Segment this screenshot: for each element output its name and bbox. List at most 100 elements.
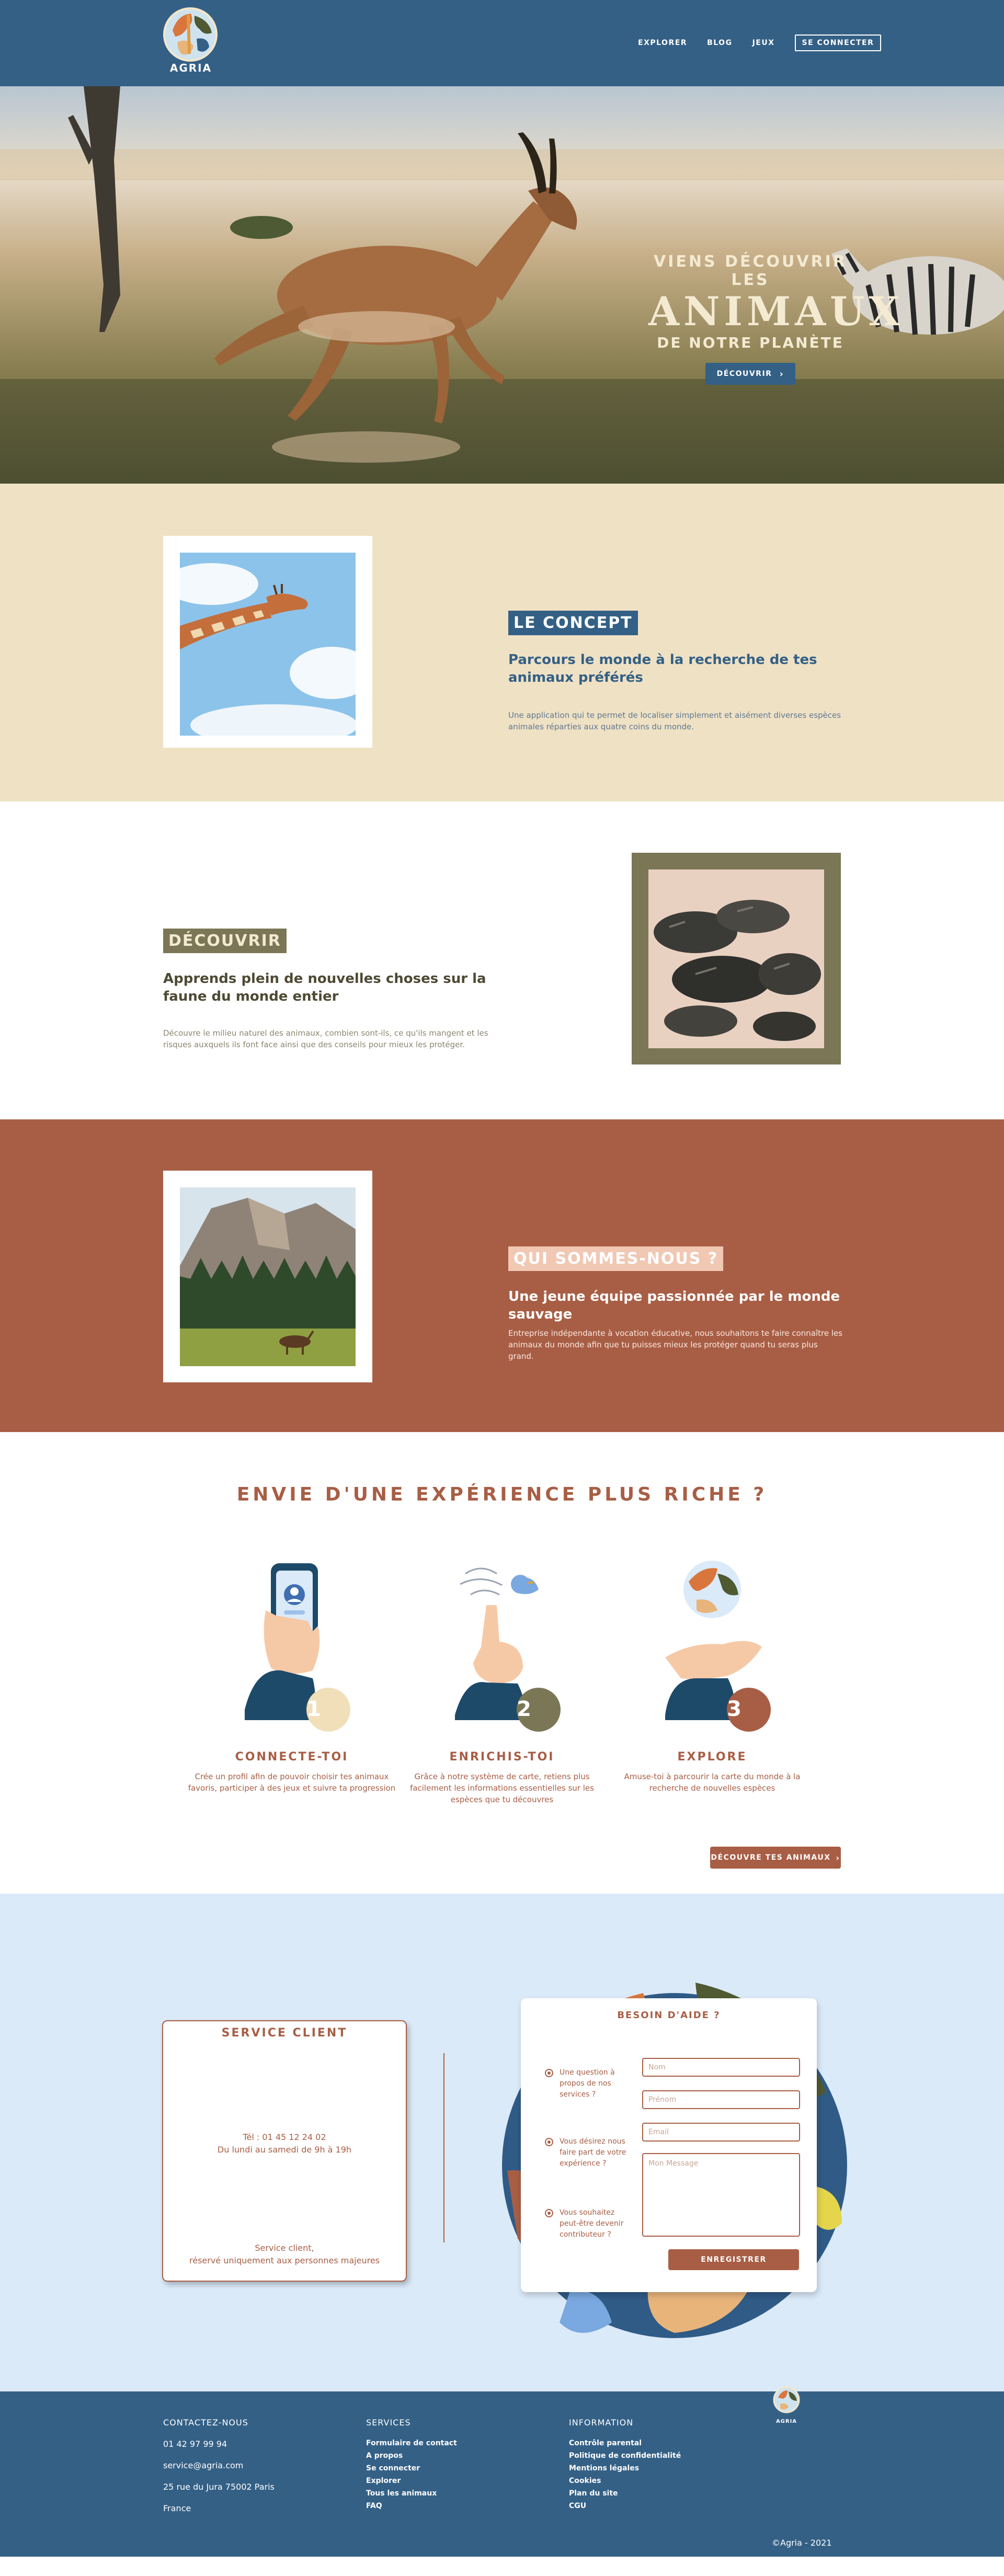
footer-services: SERVICES Formulaire de contact A propos … bbox=[366, 2418, 457, 2514]
landscape-image bbox=[180, 1187, 356, 1366]
about-tag: QUI SOMMES-NOUS ? bbox=[508, 1246, 724, 1271]
iguana-image bbox=[648, 869, 824, 1048]
main-nav: Explorer Blog Jeux Se connecter bbox=[638, 35, 882, 51]
footer-link-about[interactable]: A propos bbox=[366, 2452, 457, 2460]
nav-jeux[interactable]: Jeux bbox=[752, 39, 775, 47]
step-2-number: 2 bbox=[517, 1697, 531, 1721]
contact-section: SERVICE CLIENT Tél : 01 45 12 24 02 Du l… bbox=[0, 1894, 1004, 2391]
footer-link-privacy[interactable]: Politique de confidentialité bbox=[569, 2452, 681, 2460]
login-button[interactable]: Se connecter bbox=[794, 35, 882, 51]
experience-title: ENVIE D'UNE EXPÉRIENCE PLUS RICHE ? bbox=[236, 1484, 768, 1505]
concept-desc: Une application qui te permet de localis… bbox=[508, 711, 841, 731]
hero-banner: VIENS DÉCOUVRIR LES ANIMAUX DE NOTRE PLA… bbox=[0, 86, 1004, 484]
prenom-input[interactable] bbox=[642, 2090, 800, 2109]
option-question-label: Une question à propos de nos services ? bbox=[560, 2068, 615, 2099]
option-contributor[interactable]: Vous souhaitez peut-être devenir contrib… bbox=[545, 2207, 628, 2240]
footer-logo-text: AGRIA bbox=[775, 2419, 797, 2424]
footer-phone[interactable]: 01 42 97 99 94 bbox=[163, 2439, 275, 2449]
option-contributor-label: Vous souhaitez peut-être devenir contrib… bbox=[560, 2208, 624, 2239]
copyright: ©Agria - 2021 bbox=[772, 2538, 832, 2548]
discover-section: DÉCOUVRIR Apprends plein de nouvelles ch… bbox=[0, 802, 1004, 1119]
concept-title: Parcours le monde à la recherche de tes … bbox=[508, 652, 817, 685]
nav-blog[interactable]: Blog bbox=[707, 39, 733, 47]
footer-link-cookies[interactable]: Cookies bbox=[569, 2477, 681, 2485]
submit-button[interactable]: ENREGISTRER bbox=[668, 2249, 799, 2270]
service-hours: Du lundi au samedi de 9h à 19h bbox=[217, 2145, 352, 2155]
footer-contact: CONTACTEZ-NOUS 01 42 97 99 94 service@ag… bbox=[163, 2418, 275, 2525]
step-3-desc: Amuse-toi à parcourir la carte du monde … bbox=[624, 1772, 801, 1793]
nav-explorer[interactable]: Explorer bbox=[638, 39, 687, 47]
footer-link-explore[interactable]: Explorer bbox=[366, 2477, 457, 2485]
discover-animals-label: DÉCOUVRE TES ANIMAUX bbox=[711, 1853, 831, 1862]
step-3-title: EXPLORE bbox=[677, 1750, 747, 1764]
hero-image bbox=[0, 86, 1004, 484]
giraffe-image bbox=[180, 553, 356, 736]
about-title: Une jeune équipe passionnée par le monde… bbox=[508, 1289, 840, 1322]
discover-title: Apprends plein de nouvelles choses sur l… bbox=[163, 971, 486, 1004]
chevron-right-icon: › bbox=[779, 368, 784, 380]
customer-service-card: SERVICE CLIENT Tél : 01 45 12 24 02 Du l… bbox=[162, 2020, 407, 2282]
site-footer: AGRIA CONTACTEZ-NOUS 01 42 97 99 94 serv… bbox=[0, 2386, 1004, 2557]
step-2-title: ENRICHIS-TOI bbox=[449, 1750, 555, 1764]
footer-logo[interactable] bbox=[772, 2385, 801, 2423]
concept-section: LE CONCEPT Parcours le monde à la recher… bbox=[0, 484, 1004, 802]
footer-link-legal[interactable]: Mentions légales bbox=[569, 2464, 681, 2472]
footer-link-all-animals[interactable]: Tous les animaux bbox=[366, 2489, 457, 2498]
discover-image-frame bbox=[632, 853, 841, 1064]
footer-info-head: INFORMATION bbox=[569, 2418, 634, 2428]
step-1-desc: Crée un profil afin de pouvoir choisir t… bbox=[188, 1772, 396, 1793]
step-1-number: 1 bbox=[306, 1697, 321, 1721]
step-1: 1 CONNECTE-TOI Crée un profil afin de po… bbox=[187, 1553, 396, 1794]
step-1-title: CONNECTE-TOI bbox=[235, 1750, 349, 1764]
discover-tag: DÉCOUVRIR bbox=[163, 929, 287, 953]
service-note-line1: Service client, bbox=[255, 2243, 314, 2253]
footer-email[interactable]: service@agria.com bbox=[163, 2460, 275, 2470]
help-form: BESOIN D'AIDE ? Une question à propos de… bbox=[521, 1998, 817, 2292]
service-phone: Tél : 01 45 12 24 02 bbox=[243, 2132, 326, 2142]
discover-animals-button[interactable]: DÉCOUVRE TES ANIMAUX › bbox=[710, 1847, 841, 1869]
about-image-frame bbox=[163, 1171, 372, 1382]
step-2-desc: Grâce à notre système de carte, retiens … bbox=[410, 1772, 594, 1804]
service-note-line2: réservé uniquement aux personnes majeure… bbox=[189, 2256, 380, 2265]
service-note: Service client, réservé uniquement aux p… bbox=[163, 2242, 406, 2267]
hero-text: VIENS DÉCOUVRIR LES ANIMAUX DE NOTRE PLA… bbox=[648, 253, 904, 385]
footer-link-faq[interactable]: FAQ bbox=[366, 2502, 457, 2510]
footer-link-cgu[interactable]: CGU bbox=[569, 2502, 681, 2510]
footer-link-login[interactable]: Se connecter bbox=[366, 2464, 457, 2472]
message-textarea[interactable] bbox=[642, 2153, 800, 2237]
footer-link-contact-form[interactable]: Formulaire de contact bbox=[366, 2439, 457, 2447]
footer-services-head: SERVICES bbox=[366, 2418, 411, 2428]
hero-line2: ANIMAUX bbox=[648, 288, 904, 335]
about-section: QUI SOMMES-NOUS ? Une jeune équipe passi… bbox=[0, 1119, 1004, 1432]
hero-line1: VIENS DÉCOUVRIR LES bbox=[654, 253, 847, 289]
concept-image-frame bbox=[163, 536, 372, 748]
discover-button[interactable]: DÉCOUVRIR › bbox=[705, 363, 795, 385]
logo-text: AGRIA bbox=[169, 62, 212, 74]
footer-link-parental[interactable]: Contrôle parental bbox=[569, 2439, 681, 2447]
nom-input[interactable] bbox=[642, 2058, 800, 2077]
about-desc: Entreprise indépendante à vocation éduca… bbox=[508, 1329, 843, 1361]
radio-icon[interactable] bbox=[545, 2069, 553, 2077]
hero-line3: DE NOTRE PLANÈTE bbox=[657, 334, 844, 351]
concept-tag: LE CONCEPT bbox=[508, 611, 638, 635]
form-title: BESOIN D'AIDE ? bbox=[617, 2010, 721, 2021]
radio-icon[interactable] bbox=[545, 2209, 553, 2217]
discover-button-label: DÉCOUVRIR bbox=[716, 370, 772, 378]
step-3: 3 EXPLORE Amuse-toi à parcourir la carte… bbox=[608, 1553, 817, 1794]
step-2: 2 ENRICHIS-TOI Grâce à notre système de … bbox=[397, 1553, 607, 1805]
vertical-divider bbox=[443, 2053, 444, 2242]
footer-link-sitemap[interactable]: Plan du site bbox=[569, 2489, 681, 2498]
footer-address: 25 rue du Jura 75002 Paris bbox=[163, 2482, 275, 2492]
option-question[interactable]: Une question à propos de nos services ? bbox=[545, 2067, 628, 2100]
email-input[interactable] bbox=[642, 2123, 800, 2142]
step-3-number: 3 bbox=[727, 1697, 741, 1721]
radio-icon[interactable] bbox=[545, 2138, 553, 2146]
option-experience-label: Vous désirez nous faire part de votre ex… bbox=[560, 2137, 626, 2168]
site-header: AGRIA Explorer Blog Jeux Se connecter bbox=[0, 0, 1004, 86]
option-experience[interactable]: Vous désirez nous faire part de votre ex… bbox=[545, 2136, 628, 2169]
service-phone-block: Tél : 01 45 12 24 02 Du lundi au samedi … bbox=[163, 2131, 406, 2156]
discover-desc: Découvre le milieu naturel des animaux, … bbox=[163, 1028, 488, 1049]
chevron-right-icon: › bbox=[836, 1852, 840, 1863]
footer-country: France bbox=[163, 2503, 191, 2513]
footer-contact-head: CONTACTEZ-NOUS bbox=[163, 2418, 248, 2428]
